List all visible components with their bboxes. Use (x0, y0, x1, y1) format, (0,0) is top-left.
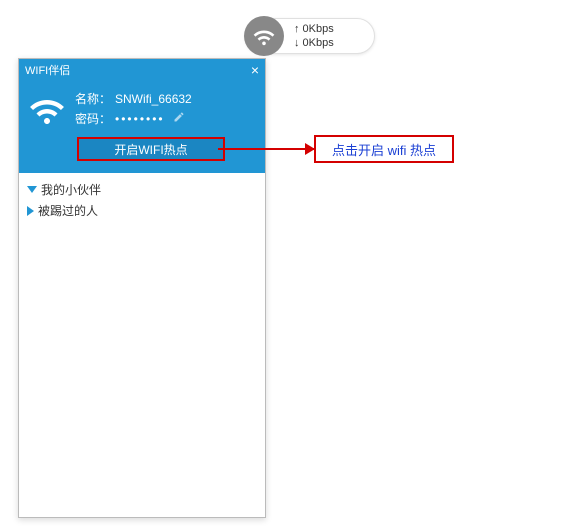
list-item-friends[interactable]: 我的小伙伴 (27, 179, 257, 200)
annotation-text: 点击开启 wifi 热点 (332, 140, 436, 159)
titlebar: WIFI伴侣 × (19, 59, 265, 81)
wifi-companion-window: WIFI伴侣 × 名称： SNWifi_66632 密码： •••••••• (18, 58, 266, 518)
edit-icon[interactable] (173, 109, 185, 129)
sections-list: 我的小伙伴 被踢过的人 (19, 173, 265, 227)
open-wifi-label: 开启WIFI热点 (114, 141, 187, 158)
speed-indicator: ↑ 0Kbps ↓ 0Kbps (245, 18, 375, 54)
wifi-icon (29, 91, 65, 127)
list-item-label: 被踢过的人 (38, 202, 98, 219)
window-title: WIFI伴侣 (25, 62, 70, 78)
annotation-arrow (218, 148, 314, 150)
chevron-down-icon (27, 186, 37, 193)
wifi-name-value: SNWifi_66632 (115, 89, 192, 109)
annotation-box: 点击开启 wifi 热点 (314, 135, 454, 163)
wifi-header: 名称： SNWifi_66632 密码： •••••••• 开启WIFI热点 (19, 81, 265, 173)
list-item-kicked[interactable]: 被踢过的人 (27, 200, 257, 221)
speed-text: ↑ 0Kbps ↓ 0Kbps (294, 22, 334, 50)
open-wifi-button[interactable]: 开启WIFI热点 (77, 137, 225, 161)
chevron-right-icon (27, 206, 34, 216)
wifi-icon (244, 16, 284, 56)
name-label: 名称： (75, 89, 111, 109)
list-item-label: 我的小伙伴 (41, 181, 101, 198)
close-icon[interactable]: × (251, 62, 259, 78)
wifi-password-value: •••••••• (115, 109, 165, 129)
arrow-down-icon: ↓ (294, 36, 300, 50)
password-label: 密码： (75, 109, 111, 129)
arrow-up-icon: ↑ (294, 22, 300, 36)
download-speed: 0Kbps (303, 36, 334, 50)
upload-speed: 0Kbps (303, 22, 334, 36)
